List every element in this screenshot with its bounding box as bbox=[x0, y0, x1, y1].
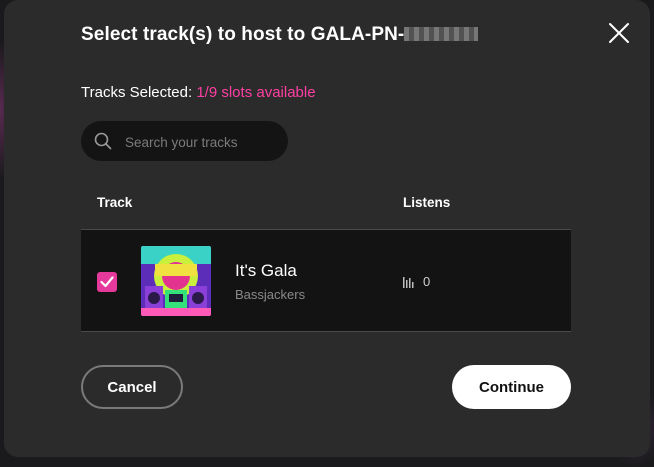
tracks-selected-label: Tracks Selected: bbox=[81, 84, 197, 101]
search-icon bbox=[94, 132, 112, 150]
track-artwork bbox=[141, 246, 211, 316]
redacted-id-icon bbox=[404, 27, 479, 41]
search-box[interactable] bbox=[81, 121, 288, 163]
cancel-button[interactable]: Cancel bbox=[81, 365, 183, 409]
dialog-title: Select track(s) to host to GALA-PN- bbox=[81, 24, 479, 46]
listens-value: 0 bbox=[423, 274, 431, 289]
column-header-listens: Listens bbox=[403, 195, 451, 210]
track-checkbox[interactable] bbox=[97, 272, 117, 292]
host-track-dialog: Select track(s) to host to GALA-PN- Trac… bbox=[4, 0, 650, 457]
track-artist: Bassjackers bbox=[235, 287, 306, 302]
table-row[interactable]: It's Gala Bassjackers 0 bbox=[81, 229, 571, 332]
dialog-title-text: Select track(s) to host to GALA-PN- bbox=[81, 24, 405, 45]
checkmark-icon bbox=[100, 276, 114, 288]
search-input[interactable] bbox=[123, 121, 282, 163]
continue-button[interactable]: Continue bbox=[452, 365, 571, 409]
column-header-track: Track bbox=[97, 195, 133, 210]
track-title: It's Gala bbox=[235, 261, 297, 280]
close-icon bbox=[609, 23, 629, 43]
slots-available: 1/9 slots available bbox=[196, 84, 316, 101]
close-button[interactable] bbox=[604, 18, 634, 48]
bar-chart-icon bbox=[403, 276, 414, 288]
listens-count: 0 bbox=[403, 274, 430, 289]
tracks-selected-status: Tracks Selected: 1/9 slots available bbox=[81, 84, 316, 101]
